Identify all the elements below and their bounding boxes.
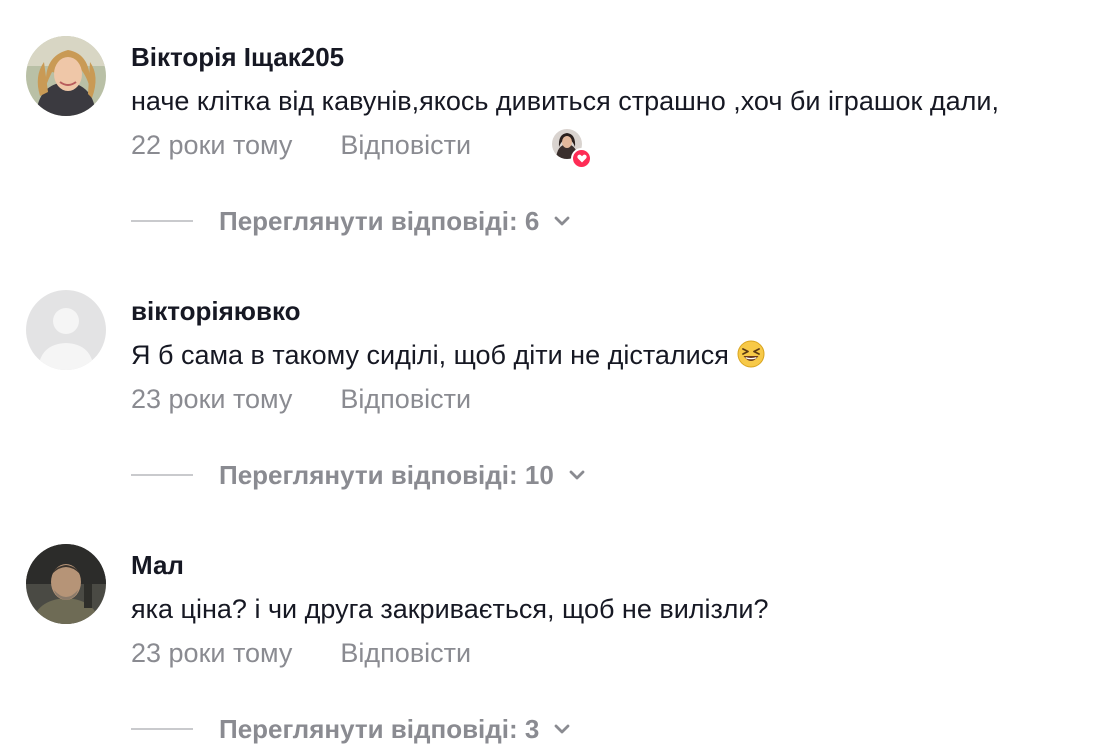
comment-text-content: Я б сама в такому сиділі, щоб діти не ді…	[131, 340, 729, 370]
comment-meta: 22 роки тому Відповісти	[131, 128, 471, 162]
replies-divider	[131, 728, 193, 730]
replies-divider	[131, 474, 193, 476]
reply-button[interactable]: Відповісти	[340, 638, 471, 669]
chevron-down-icon	[569, 470, 585, 480]
view-replies-label: Переглянути відповіді: 10	[219, 459, 554, 490]
reply-button[interactable]: Відповісти	[340, 130, 471, 161]
comment-text: наче клітка від кавунів,якось дивиться с…	[131, 86, 999, 116]
comment-text: яка ціна? і чи друга закривається, щоб н…	[131, 594, 769, 624]
avatar[interactable]	[26, 290, 106, 370]
comment-username[interactable]: вікторіяювко	[131, 294, 301, 328]
comment-text: Я б сама в такому сиділі, щоб діти не ді…	[131, 337, 765, 373]
heart-icon	[571, 148, 592, 169]
replies-divider	[131, 220, 193, 222]
avatar[interactable]	[26, 544, 106, 624]
comment-meta: 23 роки тому Відповісти	[131, 636, 471, 670]
laughing-squint-emoji-icon	[737, 340, 765, 368]
comment-meta: 23 роки тому Відповісти	[131, 382, 471, 416]
reply-button[interactable]: Відповісти	[340, 384, 471, 415]
liked-by-creator-badge	[552, 129, 592, 169]
view-replies-label: Переглянути відповіді: 3	[219, 713, 540, 744]
default-avatar-icon	[26, 290, 106, 370]
view-replies-button[interactable]: Переглянути відповіді: 6	[131, 204, 573, 238]
view-replies-button[interactable]: Переглянути відповіді: 10	[131, 458, 588, 492]
comment-timestamp: 23 роки тому	[131, 383, 293, 414]
chevron-down-icon	[554, 216, 570, 226]
comment-timestamp: 22 роки тому	[131, 129, 293, 160]
comment-username[interactable]: Вікторія Іщак205	[131, 40, 344, 74]
comment-username[interactable]: Мал	[131, 548, 184, 582]
view-replies-label: Переглянути відповіді: 6	[219, 205, 540, 236]
user-photo-icon	[26, 36, 106, 116]
chevron-down-icon	[554, 724, 570, 734]
user-photo-icon	[26, 544, 106, 624]
comment-timestamp: 23 роки тому	[131, 637, 293, 668]
view-replies-button[interactable]: Переглянути відповіді: 3	[131, 712, 573, 746]
avatar[interactable]	[26, 36, 106, 116]
